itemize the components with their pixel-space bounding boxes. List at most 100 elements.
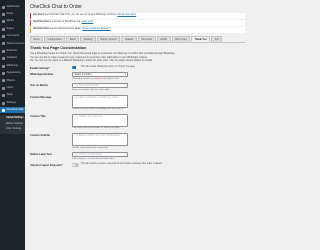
sidebar-item[interactable]: Pages — [0, 26, 25, 32]
tools-icon — [2, 94, 5, 98]
sidebar-item[interactable]: Users — [0, 85, 25, 91]
sidebar-item[interactable]: Media — [0, 19, 25, 25]
oneclick-icon — [2, 108, 5, 112]
sidebar-item-label: WooCommerce — [6, 41, 25, 45]
settings-icon — [2, 101, 5, 105]
notice-text: is a sponsor of WordPress.org. — [49, 21, 81, 24]
unlock-description: This will unlock a coupon code and its i… — [80, 163, 163, 166]
help-link[interactable]: Numbers — [94, 78, 103, 80]
row-button-label: Button Label Text e.g. Confirm via Whats… — [30, 151, 245, 161]
whatsapp-number-select[interactable]: Select a number ▾ — [72, 72, 128, 78]
notice-strong: OneClick Chat — [33, 21, 49, 24]
sidebar-item-label: Appearance — [6, 71, 21, 75]
sidebar-item-label: Tools — [6, 93, 13, 97]
sidebar-item-label: Settings — [6, 100, 16, 104]
sidebar-item[interactable]: Appearance — [0, 71, 25, 77]
row-number: WhatsApp Number Select a number ▾ WhatsA… — [30, 72, 245, 81]
tab[interactable]: Configuration — [44, 35, 66, 42]
tab[interactable]: Display Options — [96, 35, 121, 42]
main-content: OneClick Chat to Order Important! Get On… — [25, 0, 250, 250]
label-button-label: Button Label Text — [30, 152, 52, 156]
tab[interactable]: GDPR — [156, 35, 171, 42]
tab[interactable]: Shortcode — [137, 35, 156, 42]
custom-message-help: Default message sent to WhatsApp with or… — [72, 108, 125, 111]
sidebar-item-label: Plugins — [6, 78, 16, 82]
row-unlock-coupon: Unlock Coupon Discount? This will unlock… — [30, 163, 245, 167]
label-custom-message: Custom Message — [30, 95, 52, 99]
notice-text: requires WooCommerce plugin. — [49, 28, 82, 31]
sidebar-subitem[interactable]: Widget Settings — [0, 121, 25, 126]
admin-notice: Important! Get OneClick Chat's Pro, you … — [30, 13, 245, 19]
sidebar-item-label: Analytics — [6, 56, 17, 60]
select-value: Select a number — [74, 73, 92, 77]
number-help: WhatsApp number on Numbers tab will be u… — [72, 78, 245, 81]
custom-subtitle-textarea[interactable]: e.g. Please confirm your order via Whats… — [72, 132, 128, 146]
button-label-input[interactable]: e.g. Confirm via WhatsApp — [72, 151, 128, 157]
dashboard-icon — [2, 5, 5, 9]
pages-icon — [2, 27, 5, 31]
sidebar-item[interactable]: Analytics — [0, 56, 25, 62]
comments-icon — [2, 35, 5, 39]
sidebar-item[interactable]: Settings — [0, 100, 25, 106]
sidebar-submenu: Global Settings Widget Settings Order Sett… — [0, 114, 25, 134]
marketing-icon — [2, 64, 5, 68]
admin-notice: OneClick Chat is a sponsor of WordPress.… — [30, 20, 245, 26]
row-custom-subtitle: Custom Subtitle e.g. Please confirm your… — [30, 132, 245, 150]
tab[interactable]: Woo Order — [171, 35, 191, 42]
tab[interactable]: Floating — [80, 35, 96, 42]
users-icon — [2, 86, 5, 90]
section-tip: Tip: You can use the same or a different… — [30, 59, 153, 63]
sidebar-item-label: Products — [6, 49, 17, 53]
settings-form: Enable Setting? This will enable WhatsAp… — [30, 65, 245, 168]
tab[interactable]: Alerts — [30, 35, 44, 42]
help-text-end: tab will be used. — [102, 78, 119, 81]
sidebar-item-label: OneClick Chat — [6, 108, 24, 112]
unlock-coupon-toggle[interactable] — [72, 163, 79, 167]
tab[interactable]: Basic — [66, 35, 80, 42]
sidebar-item[interactable]: Marketing — [0, 63, 25, 69]
sidebar-item[interactable]: WooCommerce — [0, 41, 25, 47]
sidebar-item-label: Users — [6, 86, 14, 89]
sidebar-menu: Dashboard Posts Media Pages Comments WooComme… — [0, 4, 25, 134]
sidebar-item-label: Marketing — [6, 63, 18, 67]
button-text-input[interactable]: e.g. Send Order Details — [72, 83, 128, 89]
help-text: WhatsApp number on — [72, 78, 94, 81]
sidebar-subitem[interactable]: Order Settings — [0, 127, 25, 132]
appearance-icon — [2, 72, 5, 76]
sidebar-item-label: Posts — [6, 12, 14, 16]
notice-link[interactable]: Learn more — [81, 21, 93, 23]
button-label-help: Leave empty to use the default button la… — [72, 157, 115, 160]
section-title: Thank You Page Customization — [30, 45, 87, 50]
enable-toggle[interactable] — [72, 65, 79, 70]
sidebar-item[interactable]: Tools — [0, 93, 25, 99]
custom-message-textarea[interactable]: e.g. Hello, I would like to confirm my o… — [72, 94, 128, 108]
notice-link[interactable]: Dismiss this notice — [117, 14, 136, 16]
row-enable: Enable Setting? This will enable WhatsAp… — [30, 65, 245, 70]
sidebar-item[interactable]: Comments — [0, 34, 25, 40]
notice-text: Get OneClick Chat's Pro, you can use our… — [45, 14, 117, 17]
admin-sidebar: Dashboard Posts Media Pages Comments WooComme… — [0, 0, 25, 250]
tab[interactable]: Info — [211, 35, 223, 42]
tab[interactable]: Sidebar — [121, 35, 137, 42]
notice-link[interactable]: Please install and activate it — [82, 28, 110, 30]
sidebar-item-label: Media — [6, 19, 14, 23]
label-number: WhatsApp Number — [30, 73, 54, 77]
notice-strong: Important! — [33, 14, 45, 17]
label-unlock-coupon: Unlock Coupon Discount? — [30, 164, 63, 168]
sidebar-item[interactable]: Plugins — [0, 78, 25, 84]
label-custom-title: Custom Title — [30, 114, 46, 118]
custom-title-textarea[interactable]: e.g. Thanks, one more step... — [72, 113, 128, 127]
section-description-2: You can use this to make it easier for y… — [30, 55, 148, 59]
tab[interactable]: Thank You — [191, 35, 211, 42]
row-custom-message: Custom Message e.g. Hello, I would like … — [30, 94, 245, 112]
sidebar-item[interactable]: Dashboard — [0, 4, 25, 10]
sidebar-subitem[interactable]: Global Settings — [0, 116, 25, 121]
row-button-text: Text on Button e.g. Send Order Details B… — [30, 83, 245, 92]
enable-description: This will enable WhatsApp button on Than… — [80, 65, 135, 68]
sidebar-item[interactable]: Products — [0, 48, 25, 54]
sidebar-item[interactable]: Posts — [0, 11, 25, 17]
row-custom-title: Custom Title e.g. Thanks, one more step.… — [30, 113, 245, 131]
label-button-text: Text on Button — [30, 84, 49, 88]
sidebar-item[interactable]: OneClick Chat — [0, 107, 25, 114]
chevron-down-icon: ▾ — [124, 73, 126, 77]
